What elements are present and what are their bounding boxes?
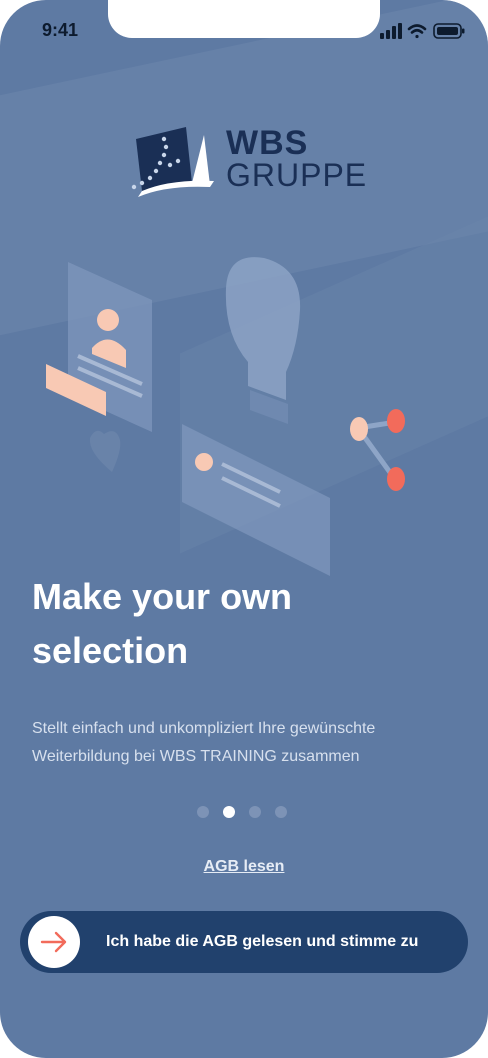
page-dot[interactable] xyxy=(249,806,261,818)
logo-gruppe: GRUPPE xyxy=(226,157,368,193)
status-time: 9:41 xyxy=(42,20,79,40)
selection-illustration xyxy=(46,257,405,576)
profile-card-illustration xyxy=(46,262,152,432)
cta-icon-circle xyxy=(28,916,80,968)
page-indicator xyxy=(197,806,287,818)
cta-label: Ich habe die AGB gelesen und stimme zu xyxy=(106,933,419,950)
onboarding-description: Stellt einfach und unkompliziert Ihre ge… xyxy=(32,715,452,771)
share-icon xyxy=(350,409,405,491)
agb-link[interactable]: AGB lesen xyxy=(0,858,488,876)
wifi-icon xyxy=(407,24,427,39)
page-dot-active[interactable] xyxy=(223,806,235,818)
onboarding-headline: Make your own selection xyxy=(32,570,452,678)
page-dot[interactable] xyxy=(275,806,287,818)
onboarding-screen: 9:41 WBS GRUPPE Make your own selection … xyxy=(0,0,488,1058)
light-bulb-icon xyxy=(225,257,301,424)
page-dot[interactable] xyxy=(197,806,209,818)
wbs-logo: WBS GRUPPE xyxy=(126,125,366,210)
battery-icon xyxy=(433,23,465,39)
signal-icon xyxy=(380,23,402,39)
device-notch xyxy=(108,0,380,38)
headline-line: selection xyxy=(32,630,189,671)
headline-line: Make your own xyxy=(32,576,293,617)
wbs-logo-mark xyxy=(131,127,214,197)
heart-icon xyxy=(89,430,121,472)
wbs-logo-text: WBS GRUPPE xyxy=(226,124,368,193)
arrow-right-icon xyxy=(40,931,67,953)
logo-wbs: WBS xyxy=(226,124,309,162)
accept-agb-button[interactable]: Ich habe die AGB gelesen und stimme zu xyxy=(20,911,468,973)
chat-card-illustration xyxy=(182,424,330,576)
description-line: Stellt einfach und unkompliziert Ihre ge… xyxy=(32,720,376,737)
status-icons xyxy=(380,23,465,39)
description-line: Weiterbildung bei WBS TRAINING zusammen xyxy=(32,748,360,765)
